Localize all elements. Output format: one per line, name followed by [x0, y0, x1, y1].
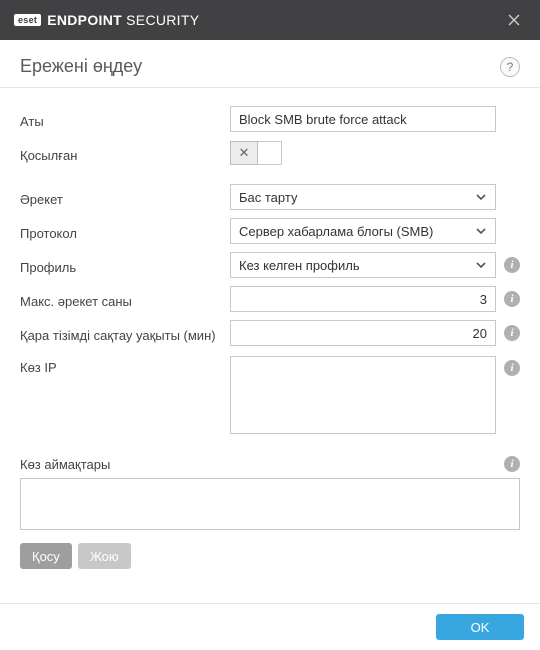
label-max-attempts: Макс. әрекет саны: [20, 290, 230, 309]
header: Ережені өңдеу ?: [0, 40, 540, 87]
delete-button[interactable]: Жою: [78, 543, 131, 569]
page-title: Ережені өңдеу: [20, 56, 500, 77]
ok-button[interactable]: OK: [436, 614, 524, 640]
label-name: Аты: [20, 110, 230, 129]
profile-select[interactable]: Кез келген профиль: [230, 252, 496, 278]
name-field[interactable]: [230, 106, 496, 132]
footer: OK: [0, 603, 540, 650]
info-icon[interactable]: i: [504, 325, 520, 341]
action-select[interactable]: Бас тарту: [230, 184, 496, 210]
protocol-select-value: Сервер хабарлама блогы (SMB): [239, 224, 433, 239]
label-source-ip: Көз IP: [20, 356, 230, 375]
add-button[interactable]: Қосу: [20, 543, 72, 569]
label-protocol: Протокол: [20, 222, 230, 241]
profile-select-value: Кез келген профиль: [239, 258, 360, 273]
close-icon: ✕: [230, 141, 258, 165]
info-icon[interactable]: i: [504, 257, 520, 273]
label-enabled: Қосылған: [20, 144, 230, 163]
label-action: Әрекет: [20, 188, 230, 207]
app-title: ENDPOINT SECURITY: [47, 12, 199, 28]
brand-badge: eset: [14, 14, 41, 26]
label-profile: Профиль: [20, 256, 230, 275]
source-zones-field[interactable]: [20, 478, 520, 530]
chevron-down-icon: [475, 225, 487, 237]
protocol-select[interactable]: Сервер хабарлама блогы (SMB): [230, 218, 496, 244]
label-block-period: Қара тізімді сақтау уақыты (мин): [20, 324, 230, 343]
chevron-down-icon: [475, 191, 487, 203]
form: Аты Қосылған ✕ Әрекет Бас тарту Протокол: [0, 94, 540, 569]
info-icon[interactable]: i: [504, 360, 520, 376]
block-period-field[interactable]: [230, 320, 496, 346]
enabled-toggle[interactable]: ✕: [230, 141, 282, 165]
max-attempts-field[interactable]: [230, 286, 496, 312]
info-icon[interactable]: i: [504, 291, 520, 307]
action-select-value: Бас тарту: [239, 190, 297, 205]
help-button[interactable]: ?: [500, 57, 520, 77]
close-icon[interactable]: [500, 6, 528, 34]
chevron-down-icon: [475, 259, 487, 271]
label-source-zones: Көз аймақтары: [20, 457, 496, 472]
source-ip-field[interactable]: [230, 356, 496, 434]
divider: [0, 87, 540, 88]
titlebar: eset ENDPOINT SECURITY: [0, 0, 540, 40]
info-icon[interactable]: i: [504, 456, 520, 472]
